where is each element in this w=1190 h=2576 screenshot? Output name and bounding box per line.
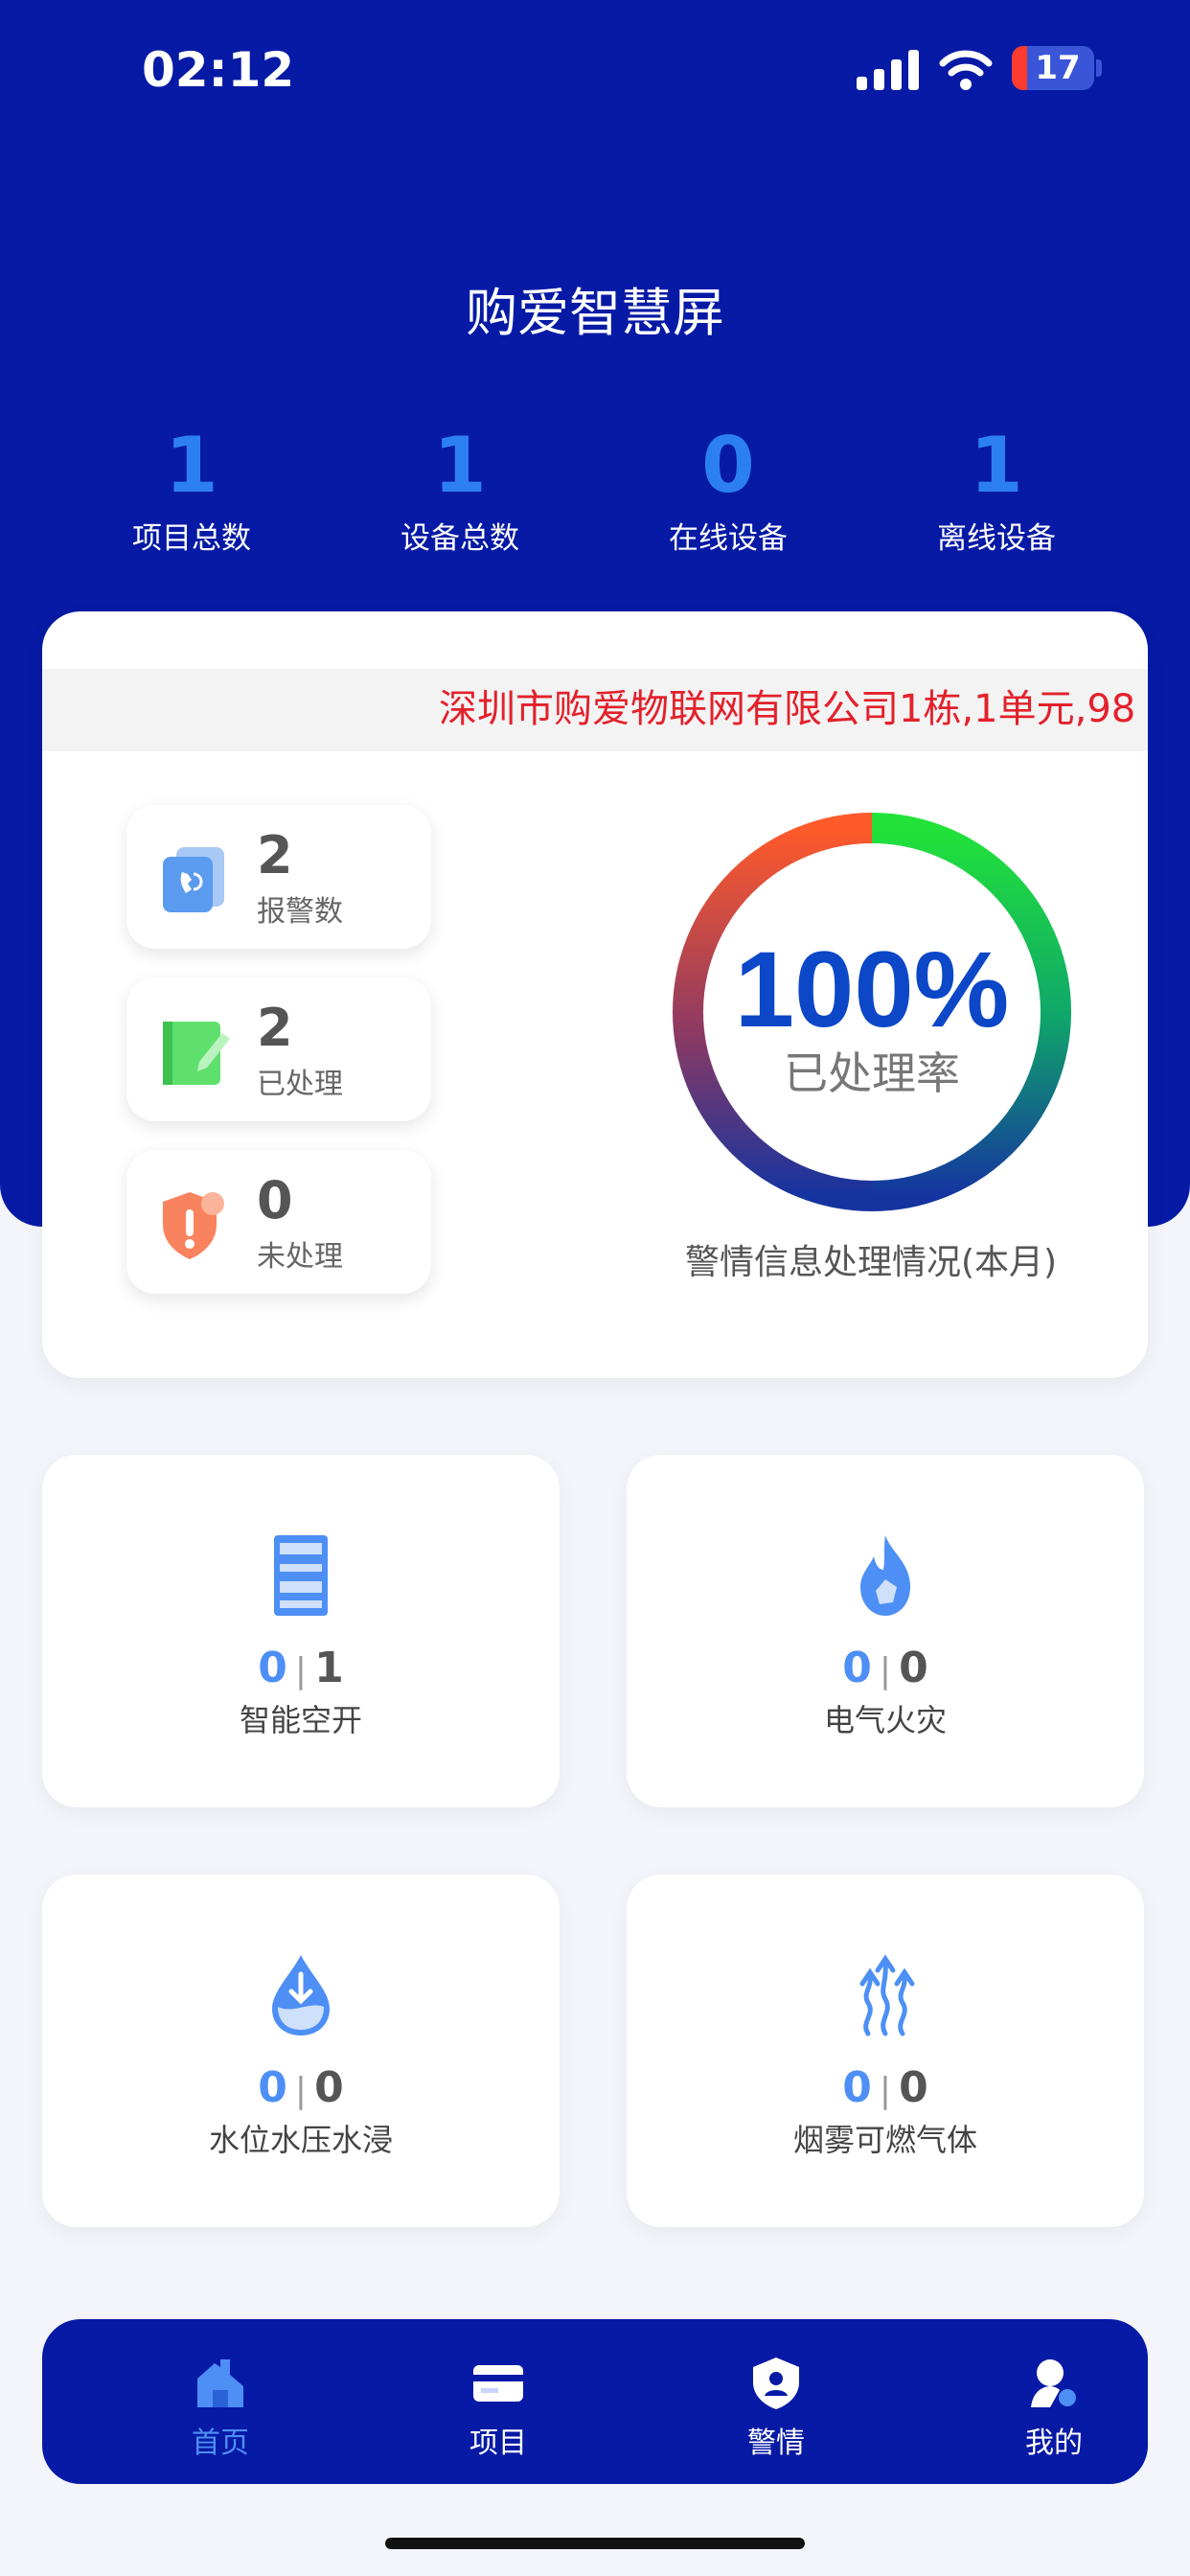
flame-icon: [860, 1535, 910, 1616]
alarm-count-label: 报警数: [257, 895, 343, 929]
unhandled-count-value: 0: [257, 1170, 293, 1230]
status-time: 02:12: [142, 42, 295, 98]
alarm-phone-icon: [163, 847, 224, 912]
page-title: 购爱智慧屏: [466, 283, 724, 343]
marquee-text: 深圳市购爱物联网有限公司1栋,1单元,98: [439, 687, 1136, 731]
stat-value: 0: [701, 421, 755, 510]
online-count: 0: [842, 1644, 872, 1692]
tab-alarm[interactable]: 警情: [680, 2319, 872, 2484]
battery-level: [1012, 46, 1027, 90]
handled-rate-ring: 100% 已处理率: [673, 813, 1071, 1211]
tab-project[interactable]: 项目: [402, 2319, 594, 2484]
tab-mine[interactable]: 我的: [958, 2319, 1150, 2484]
status-bar: 02:12 17: [0, 0, 1190, 144]
circuit-breaker-icon: [274, 1535, 328, 1616]
home-icon: [197, 2359, 243, 2407]
device-label: 水位水压水浸: [208, 2122, 393, 2158]
stat-value: 1: [970, 421, 1023, 510]
device-counts: 0 | 0: [42, 2062, 560, 2117]
rate-percent: 100%: [735, 930, 1009, 1049]
water-drop-icon: [272, 1955, 330, 2036]
handled-note-icon: [163, 1022, 230, 1085]
alarm-marquee[interactable]: 深圳市购爱物联网有限公司1栋,1单元,98: [42, 669, 1148, 751]
online-count: 0: [258, 1644, 287, 1692]
device-counts: 0 | 1: [42, 1643, 560, 1697]
device-card-smoke-gas[interactable]: 0 | 0 烟雾可燃气体: [627, 1874, 1144, 2227]
tab-label: 项目: [469, 2426, 527, 2460]
stat-label: 设备总数: [400, 521, 519, 556]
stat-value: 1: [165, 421, 218, 510]
alarm-summary-card: 深圳市购爱物联网有限公司1栋,1单元,98 2 报警数 2 已处理 0 未处理: [42, 611, 1148, 1378]
handled-count-card[interactable]: 2 已处理: [126, 978, 431, 1121]
stat-online-devices[interactable]: 0 在线设备: [604, 422, 853, 557]
tab-label: 首页: [192, 2426, 249, 2460]
count-separator: |: [879, 1651, 892, 1690]
smoke-icon: [859, 1954, 915, 2036]
battery-percent: 17: [1035, 49, 1081, 87]
tab-label: 我的: [1025, 2426, 1083, 2460]
total-count: 0: [314, 2063, 344, 2112]
online-count: 0: [258, 2063, 287, 2112]
unhandled-count-card[interactable]: 0 未处理: [126, 1150, 431, 1294]
stat-label: 离线设备: [937, 521, 1056, 556]
device-counts: 0 | 0: [627, 2062, 1144, 2117]
battery-tip: [1096, 59, 1102, 77]
device-card-smart-breaker[interactable]: 0 | 1 智能空开: [42, 1455, 560, 1807]
stat-device-total[interactable]: 1 设备总数: [335, 422, 584, 557]
total-count: 0: [899, 1644, 928, 1692]
stat-label: 项目总数: [132, 521, 251, 556]
warning-shield-icon: [163, 1192, 224, 1259]
count-separator: |: [294, 2071, 308, 2110]
online-count: 0: [842, 2063, 872, 2112]
handled-count-value: 2: [257, 998, 293, 1058]
total-count: 1: [314, 1644, 344, 1692]
alarm-count-card[interactable]: 2 报警数: [126, 805, 431, 949]
device-label: 烟雾可燃气体: [792, 2122, 977, 2158]
user-icon: [1031, 2359, 1076, 2407]
stat-value: 1: [433, 421, 487, 510]
alarm-count-value: 2: [257, 825, 293, 886]
rate-label: 已处理率: [784, 1047, 960, 1099]
stat-project-total[interactable]: 1 项目总数: [67, 422, 316, 557]
tab-label: 警情: [747, 2426, 805, 2460]
count-separator: |: [879, 2071, 892, 2110]
stat-offline-devices[interactable]: 1 离线设备: [872, 422, 1121, 557]
wifi-icon: [939, 50, 993, 90]
battery-icon: 17: [1012, 46, 1094, 90]
home-indicator[interactable]: [385, 2538, 805, 2549]
rate-caption: 警情信息处理情况(本月): [684, 1243, 1058, 1282]
unhandled-count-label: 未处理: [257, 1240, 343, 1274]
card-icon: [473, 2365, 523, 2402]
cellular-signal-icon: [857, 50, 919, 90]
device-counts: 0 | 0: [627, 1643, 1144, 1697]
stats-row: 1 项目总数 1 设备总数 0 在线设备 1 离线设备: [67, 422, 1121, 565]
bottom-tab-bar: 首页 项目 警情 我的: [42, 2319, 1148, 2484]
count-separator: |: [294, 1651, 308, 1690]
total-count: 0: [899, 2063, 928, 2112]
device-card-water[interactable]: 0 | 0 水位水压水浸: [42, 1874, 560, 2227]
shield-user-icon: [753, 2358, 799, 2409]
device-card-electrical-fire[interactable]: 0 | 0 电气火灾: [627, 1455, 1144, 1807]
device-label: 电气火灾: [823, 1702, 947, 1738]
tab-home[interactable]: 首页: [125, 2319, 316, 2484]
stat-label: 在线设备: [669, 521, 788, 556]
handled-count-label: 已处理: [257, 1068, 343, 1101]
device-label: 智能空开: [239, 1702, 362, 1738]
